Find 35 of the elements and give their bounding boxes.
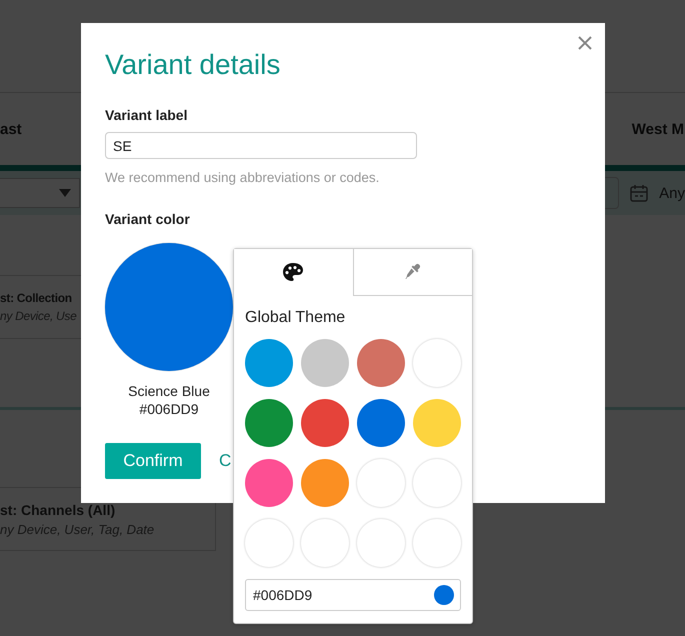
section-title: Global Theme (245, 309, 346, 327)
color-swatch[interactable] (357, 519, 405, 567)
eyedropper-icon (404, 263, 422, 281)
text-button[interactable]: C (219, 451, 232, 471)
field-label: Variant label (105, 107, 188, 123)
color-swatch[interactable] (245, 399, 293, 447)
close-icon[interactable] (578, 36, 592, 50)
column-heading: West M (632, 120, 684, 138)
color-swatch[interactable] (301, 519, 349, 567)
input-field[interactable]: SE (105, 132, 417, 159)
color-swatch[interactable] (301, 339, 349, 387)
color-hex: #006DD9 (139, 400, 199, 418)
color-swatch[interactable] (357, 459, 405, 507)
card-title: st: Collection (0, 291, 73, 305)
column-heading: ast (0, 120, 22, 138)
color-swatch[interactable] (413, 339, 461, 387)
hex-input-field[interactable]: #006DD9 (245, 579, 461, 611)
color-swatch[interactable] (357, 399, 405, 447)
color-swatch[interactable] (301, 399, 349, 447)
color-name: Science Blue (128, 382, 210, 400)
color-swatch[interactable] (301, 459, 349, 507)
color-swatch[interactable] (357, 339, 405, 387)
field-hint: We recommend using abbreviations or codes. (105, 170, 380, 185)
confirm-button[interactable]: Confirm (105, 443, 201, 479)
color-swatch[interactable] (245, 339, 293, 387)
palette-icon (282, 262, 304, 282)
field-label: Variant color (105, 211, 190, 227)
card-title: st: Channels (All) (0, 502, 116, 518)
color-swatch[interactable] (413, 399, 461, 447)
color-swatch[interactable] (245, 459, 293, 507)
picker-tab[interactable] (234, 249, 352, 296)
color-swatch[interactable] (245, 519, 293, 567)
color-swatch[interactable] (413, 459, 461, 507)
dialog-title: Variant details (105, 48, 280, 82)
color-swatch[interactable] (413, 519, 461, 567)
